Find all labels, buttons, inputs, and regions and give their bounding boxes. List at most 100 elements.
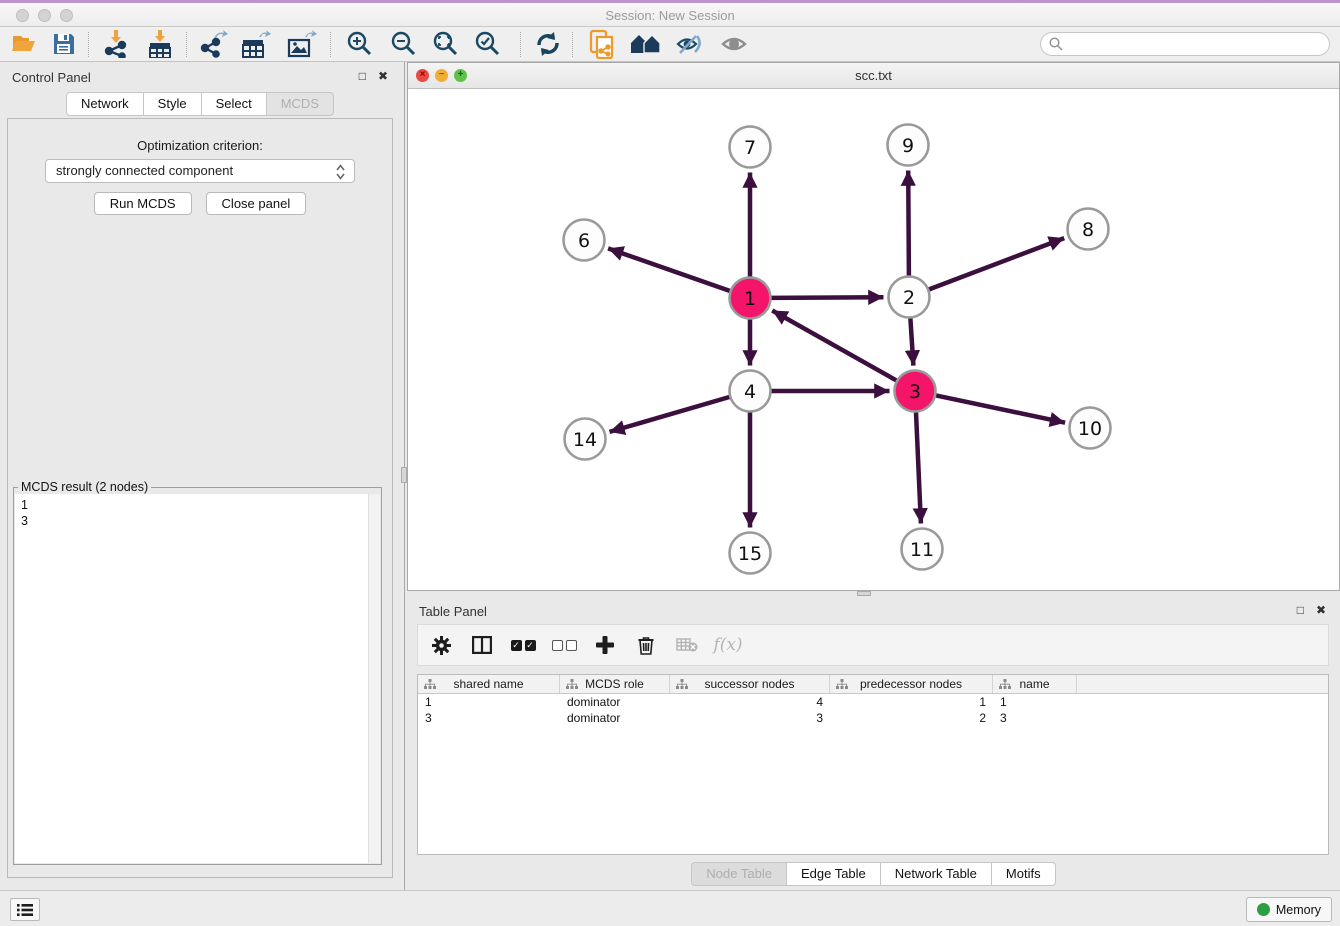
column-header-successor-nodes[interactable]: successor nodes [670,675,830,693]
edge-4-14[interactable] [610,397,730,432]
column-header-shared-name[interactable]: shared name [418,675,560,693]
network-window-titlebar[interactable]: × − + scc.txt [408,63,1339,89]
run-mcds-button[interactable]: Run MCDS [94,192,192,215]
svg-text:2: 2 [903,287,915,309]
cell-shared-name[interactable]: 1 [418,694,560,710]
cell-name[interactable]: 1 [993,694,1077,710]
import-table-icon[interactable] [144,29,176,59]
svg-text:7: 7 [744,137,756,159]
close-panel-icon[interactable]: ✖ [1316,604,1326,616]
deselect-all-checkboxes-icon[interactable] [551,632,577,658]
delete-column-icon[interactable] [633,632,659,658]
apply-layout-icon[interactable] [532,29,564,59]
zoom-fit-icon[interactable] [430,29,462,59]
tab-style[interactable]: Style [143,92,202,116]
cell-successor-nodes[interactable]: 3 [670,710,830,726]
tab-node-table[interactable]: Node Table [691,862,787,886]
close-panel-button[interactable]: Close panel [206,192,307,215]
tab-network-table[interactable]: Network Table [880,862,992,886]
select-all-checkboxes-icon[interactable]: ✓✓ [510,632,536,658]
function-builder-icon[interactable]: f(x) [715,632,741,658]
table-row[interactable]: 1dominator411 [418,694,1328,710]
vertical-splitter[interactable] [400,62,407,890]
memory-button[interactable]: Memory [1246,897,1332,922]
float-panel-icon[interactable]: □ [1297,604,1304,616]
search-box [1040,32,1330,56]
graph-node-10[interactable]: 10 [1070,408,1111,449]
tab-network[interactable]: Network [66,92,144,116]
graph-node-4[interactable]: 4 [730,371,771,412]
graph-node-14[interactable]: 14 [565,419,606,460]
hide-panels-icon[interactable] [674,29,706,59]
table-toolbar: ✓✓ f(x) [417,624,1329,666]
column-settings-gear-icon[interactable] [428,632,454,658]
app-title: Session: New Session [0,8,1340,23]
task-history-button[interactable] [10,898,40,921]
criterion-select-value: strongly connected component [56,163,233,178]
table-header-row: shared nameMCDS rolesuccessor nodesprede… [418,675,1328,694]
tab-mcds[interactable]: MCDS [266,92,334,116]
mcds-result-text[interactable]: 1 3 [15,494,380,863]
tab-select[interactable]: Select [201,92,267,116]
search-input[interactable] [1040,32,1330,56]
export-network-icon[interactable] [198,29,230,59]
float-panel-icon[interactable]: □ [359,70,366,82]
show-all-networks-icon[interactable] [630,29,662,59]
table-body: 1dominator4113dominator323 [418,694,1328,726]
network-graph[interactable]: 7 9 6 8 1 2 4 3 14 10 15 11 [408,89,1339,590]
edge-3-11[interactable] [916,413,921,524]
graph-node-2[interactable]: 2 [889,277,930,318]
list-icon [17,903,33,917]
table-panel: Table Panel □ ✖ ✓✓ [407,596,1340,890]
edge-1-6[interactable] [608,248,730,291]
show-columns-icon[interactable] [469,632,495,658]
column-header-predecessor-nodes[interactable]: predecessor nodes [830,675,993,693]
export-image-icon[interactable] [286,29,318,59]
tab-motifs[interactable]: Motifs [991,862,1056,886]
edge-3-1[interactable] [772,311,896,381]
hierarchy-icon [566,679,578,690]
add-column-icon[interactable] [592,632,618,658]
cell-MCDS-role[interactable]: dominator [560,710,670,726]
graph-node-7[interactable]: 7 [730,127,771,168]
graph-node-15[interactable]: 15 [730,533,771,574]
table-panel-title: Table Panel [419,604,487,619]
close-panel-icon[interactable]: ✖ [378,70,388,82]
result-scrollbar[interactable] [368,494,380,863]
edge-2-8[interactable] [929,238,1064,289]
network-canvas[interactable]: 7 9 6 8 1 2 4 3 14 10 15 11 [408,89,1339,590]
edge-2-9[interactable] [908,171,909,276]
graph-node-11[interactable]: 11 [902,529,943,570]
table-row[interactable]: 3dominator323 [418,710,1328,726]
zoom-in-icon[interactable] [344,29,376,59]
graph-node-9[interactable]: 9 [888,125,929,166]
cell-predecessor-nodes[interactable]: 2 [830,710,993,726]
show-panels-icon[interactable] [718,29,750,59]
memory-status-icon [1257,903,1270,916]
zoom-selected-icon[interactable] [472,29,504,59]
delete-table-icon[interactable] [674,632,700,658]
export-table-icon[interactable] [240,29,272,59]
cell-MCDS-role[interactable]: dominator [560,694,670,710]
cell-shared-name[interactable]: 3 [418,710,560,726]
mcds-tab-content: Optimization criterion: strongly connect… [7,118,393,878]
cell-predecessor-nodes[interactable]: 1 [830,694,993,710]
criterion-select[interactable]: strongly connected component [45,159,355,183]
clone-network-icon[interactable] [586,29,618,59]
graph-node-6[interactable]: 6 [564,220,605,261]
graph-node-3[interactable]: 3 [895,371,936,412]
column-header-MCDS-role[interactable]: MCDS role [560,675,670,693]
import-network-icon[interactable] [100,29,132,59]
column-header-name[interactable]: name [993,675,1077,693]
edge-1-2[interactable] [772,297,884,298]
tab-edge-table[interactable]: Edge Table [786,862,881,886]
cell-name[interactable]: 3 [993,710,1077,726]
save-session-icon[interactable] [48,29,80,59]
edge-2-3[interactable] [910,319,913,366]
edge-3-10[interactable] [936,395,1065,422]
zoom-out-icon[interactable] [388,29,420,59]
graph-node-1[interactable]: 1 [730,278,771,319]
open-session-icon[interactable] [8,29,40,59]
graph-node-8[interactable]: 8 [1068,209,1109,250]
cell-successor-nodes[interactable]: 4 [670,694,830,710]
